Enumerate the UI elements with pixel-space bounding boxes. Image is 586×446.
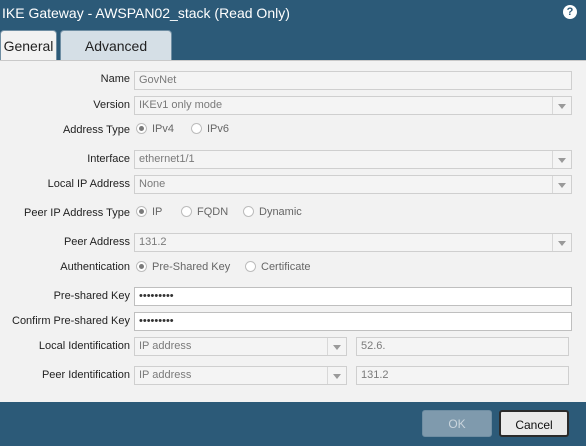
cancel-button[interactable]: Cancel bbox=[499, 410, 569, 437]
local-ip-value: None bbox=[139, 178, 166, 190]
peer-ip-type-ip-radio[interactable]: IP bbox=[136, 206, 162, 218]
version-select[interactable]: IKEv1 only mode bbox=[134, 96, 572, 115]
title-bar: IKE Gateway - AWSPAN02_stack (Read Only)… bbox=[0, 0, 586, 28]
address-type-ipv6-label: IPv6 bbox=[207, 123, 230, 135]
confirm-psk-label: Confirm Pre-shared Key bbox=[12, 315, 130, 327]
auth-certificate-label: Certificate bbox=[261, 261, 311, 273]
address-type-ipv4-radio[interactable]: IPv4 bbox=[136, 123, 174, 135]
address-type-ipv6-radio[interactable]: IPv6 bbox=[191, 123, 229, 135]
chevron-down-icon bbox=[552, 234, 571, 251]
local-id-label: Local Identification bbox=[38, 340, 130, 352]
radio-unselected-icon bbox=[243, 206, 254, 217]
help-icon[interactable]: ? bbox=[563, 5, 577, 19]
name-field[interactable]: GovNet bbox=[134, 71, 572, 90]
local-ip-label: Local IP Address bbox=[47, 178, 130, 190]
version-label: Version bbox=[93, 99, 130, 111]
general-panel: Name GovNet Version IKEv1 only mode Addr… bbox=[0, 60, 586, 402]
peer-id-type-value: IP address bbox=[139, 369, 192, 381]
peer-id-label: Peer Identification bbox=[41, 369, 130, 381]
chevron-down-icon bbox=[552, 151, 571, 168]
radio-unselected-icon bbox=[181, 206, 192, 217]
peer-ip-type-label: Peer IP Address Type bbox=[24, 207, 130, 219]
version-value: IKEv1 only mode bbox=[139, 99, 223, 111]
chevron-down-icon bbox=[552, 176, 571, 193]
tab-advanced-options[interactable]: Advanced Options bbox=[60, 30, 172, 84]
auth-psk-label: Pre-Shared Key bbox=[152, 261, 231, 273]
auth-psk-radio[interactable]: Pre-Shared Key bbox=[136, 261, 230, 273]
local-id-type-value: IP address bbox=[139, 340, 192, 352]
interface-select[interactable]: ethernet1/1 bbox=[134, 150, 572, 169]
psk-field[interactable]: ••••••••• bbox=[134, 287, 572, 306]
radio-selected-icon bbox=[136, 123, 147, 134]
radio-selected-icon bbox=[136, 206, 147, 217]
ok-button[interactable]: OK bbox=[422, 410, 492, 437]
psk-label: Pre-shared Key bbox=[53, 290, 130, 302]
local-ip-select[interactable]: None bbox=[134, 175, 572, 194]
peer-ip-type-ip-label: IP bbox=[152, 206, 163, 218]
name-label: Name bbox=[100, 73, 130, 85]
peer-ip-type-fqdn-label: FQDN bbox=[197, 206, 229, 218]
peer-id-type-select[interactable]: IP address bbox=[134, 366, 347, 385]
tab-general[interactable]: General bbox=[0, 30, 57, 60]
auth-certificate-radio[interactable]: Certificate bbox=[245, 261, 311, 273]
confirm-psk-field[interactable]: ••••••••• bbox=[134, 312, 572, 331]
radio-selected-icon bbox=[136, 261, 147, 272]
peer-address-value: 131.2 bbox=[139, 236, 167, 248]
peer-ip-type-dynamic-label: Dynamic bbox=[259, 206, 302, 218]
radio-unselected-icon bbox=[245, 261, 256, 272]
radio-unselected-icon bbox=[191, 123, 202, 134]
peer-ip-type-dynamic-radio[interactable]: Dynamic bbox=[243, 206, 302, 218]
interface-value: ethernet1/1 bbox=[139, 153, 195, 165]
interface-label: Interface bbox=[87, 153, 130, 165]
address-type-ipv4-label: IPv4 bbox=[152, 123, 175, 135]
peer-id-value-field[interactable]: 131.2 bbox=[356, 366, 569, 385]
authentication-label: Authentication bbox=[60, 261, 130, 273]
local-id-type-select[interactable]: IP address bbox=[134, 337, 347, 356]
chevron-down-icon bbox=[327, 367, 346, 384]
window-title: IKE Gateway - AWSPAN02_stack (Read Only) bbox=[2, 5, 290, 21]
chevron-down-icon bbox=[327, 338, 346, 355]
peer-address-select[interactable]: 131.2 bbox=[134, 233, 572, 252]
address-type-label: Address Type bbox=[62, 124, 130, 136]
peer-ip-type-fqdn-radio[interactable]: FQDN bbox=[181, 206, 228, 218]
peer-address-label: Peer Address bbox=[63, 236, 130, 248]
chevron-down-icon bbox=[552, 97, 571, 114]
local-id-value-field[interactable]: 52.6. bbox=[356, 337, 569, 356]
